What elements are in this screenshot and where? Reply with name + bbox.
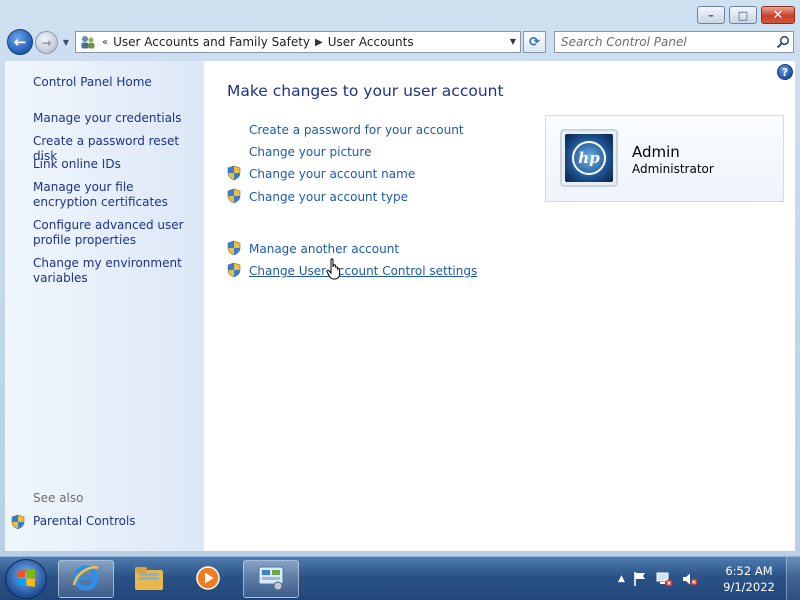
chevron-down-icon: ▼: [62, 37, 70, 47]
recent-pages-dropdown[interactable]: ▼: [60, 36, 72, 48]
shield-icon: [227, 165, 241, 184]
action-center-flag-icon[interactable]: [633, 571, 647, 587]
task-change-picture[interactable]: Change your picture: [249, 145, 371, 159]
folder-icon: [133, 564, 165, 595]
taskbar-control-panel[interactable]: [243, 560, 299, 598]
hp-logo-icon: hp: [572, 141, 606, 175]
sidebar-item-parental-controls[interactable]: Parental Controls: [33, 514, 136, 528]
start-button[interactable]: [5, 559, 47, 599]
internet-explorer-icon: [71, 563, 101, 596]
sidebar-item-manage-credentials[interactable]: Manage your credentials: [33, 111, 198, 126]
taskbar: ▲ 6:52 AM 9/1/2022: [0, 556, 800, 600]
shield-icon: [227, 188, 241, 207]
page-title: Make changes to your user account: [227, 82, 504, 100]
search-input[interactable]: [555, 33, 773, 51]
taskbar-windows-explorer[interactable]: [121, 560, 177, 598]
task-manage-another-account[interactable]: Manage another account: [249, 242, 399, 256]
task-change-account-name[interactable]: Change your account name: [249, 167, 415, 181]
control-panel-icon: [256, 564, 286, 595]
account-type: Administrator: [632, 162, 714, 176]
task-change-account-type[interactable]: Change your account type: [249, 190, 408, 204]
help-icon[interactable]: ?: [777, 64, 793, 80]
taskbar-internet-explorer[interactable]: [58, 560, 114, 598]
content-pane: Control Panel Home Manage your credentia…: [5, 61, 795, 551]
hand-cursor-icon: [326, 258, 342, 283]
minimize-icon: –: [708, 8, 714, 22]
main-pane: ? Make changes to your user account Crea…: [204, 61, 795, 551]
volume-icon[interactable]: [681, 571, 699, 587]
task-change-uac-settings[interactable]: Change User Account Control settings: [249, 264, 477, 278]
back-button[interactable]: ←: [7, 29, 33, 55]
breadcrumb-separator-icon[interactable]: ▶: [315, 37, 323, 48]
close-icon: ✕: [772, 7, 784, 23]
maximize-button[interactable]: □: [729, 6, 757, 24]
taskbar-clock[interactable]: 6:52 AM 9/1/2022: [718, 563, 780, 595]
breadcrumb-user-accounts[interactable]: User Accounts: [328, 35, 414, 49]
tray-overflow-icon[interactable]: ▲: [618, 574, 625, 584]
account-card: hp Admin Administrator: [545, 115, 784, 202]
shield-icon: [227, 262, 241, 281]
shield-icon: [227, 240, 241, 259]
task-sidebar: Control Panel Home Manage your credentia…: [5, 61, 204, 551]
refresh-button[interactable]: ⟳: [523, 31, 546, 53]
sidebar-item-environment-variables[interactable]: Change my environment variables: [33, 256, 198, 286]
shield-icon: [11, 514, 25, 533]
network-icon[interactable]: [655, 571, 673, 587]
refresh-icon: ⟳: [529, 34, 540, 50]
taskbar-media-player[interactable]: [180, 560, 236, 598]
breadcrumb-user-accounts-family-safety[interactable]: User Accounts and Family Safety: [113, 35, 310, 49]
help-glyph: ?: [781, 65, 789, 79]
forward-arrow-icon: →: [41, 35, 52, 50]
address-bar[interactable]: « User Accounts and Family Safety ▶ User…: [75, 31, 521, 53]
media-player-icon: [194, 564, 222, 595]
account-name: Admin: [632, 143, 680, 161]
forward-button[interactable]: →: [35, 31, 58, 54]
minimize-button[interactable]: –: [697, 6, 725, 24]
close-button[interactable]: ✕: [761, 6, 795, 24]
search-box: [554, 31, 794, 53]
address-dropdown-icon[interactable]: ▼: [510, 37, 516, 46]
search-icon[interactable]: [773, 33, 793, 51]
maximize-icon: □: [737, 8, 749, 22]
system-tray: ▲: [618, 567, 718, 591]
title-bar: – □ ✕: [0, 0, 800, 28]
see-also-heading: See also: [33, 491, 84, 505]
show-desktop-button[interactable]: [786, 557, 800, 600]
control-panel-window: – □ ✕ ← → ▼ « User Accounts and Family S…: [0, 0, 800, 556]
sidebar-item-user-profile-properties[interactable]: Configure advanced user profile properti…: [33, 218, 198, 248]
user-accounts-icon: [79, 34, 97, 50]
windows-logo-icon: [15, 567, 37, 592]
navigation-bar: ← → ▼ « User Accounts and Family Safety …: [0, 28, 800, 58]
sidebar-item-control-panel-home[interactable]: Control Panel Home: [33, 75, 198, 90]
sidebar-item-link-online-ids[interactable]: Link online IDs: [33, 157, 198, 172]
back-arrow-icon: ←: [13, 33, 27, 51]
avatar[interactable]: hp: [560, 129, 618, 187]
task-create-password[interactable]: Create a password for your account: [249, 123, 464, 137]
clock-date: 9/1/2022: [723, 580, 775, 594]
sidebar-item-file-encryption[interactable]: Manage your file encryption certificates: [33, 180, 198, 210]
address-overflow-icon[interactable]: «: [102, 37, 108, 48]
clock-time: 6:52 AM: [725, 564, 773, 578]
